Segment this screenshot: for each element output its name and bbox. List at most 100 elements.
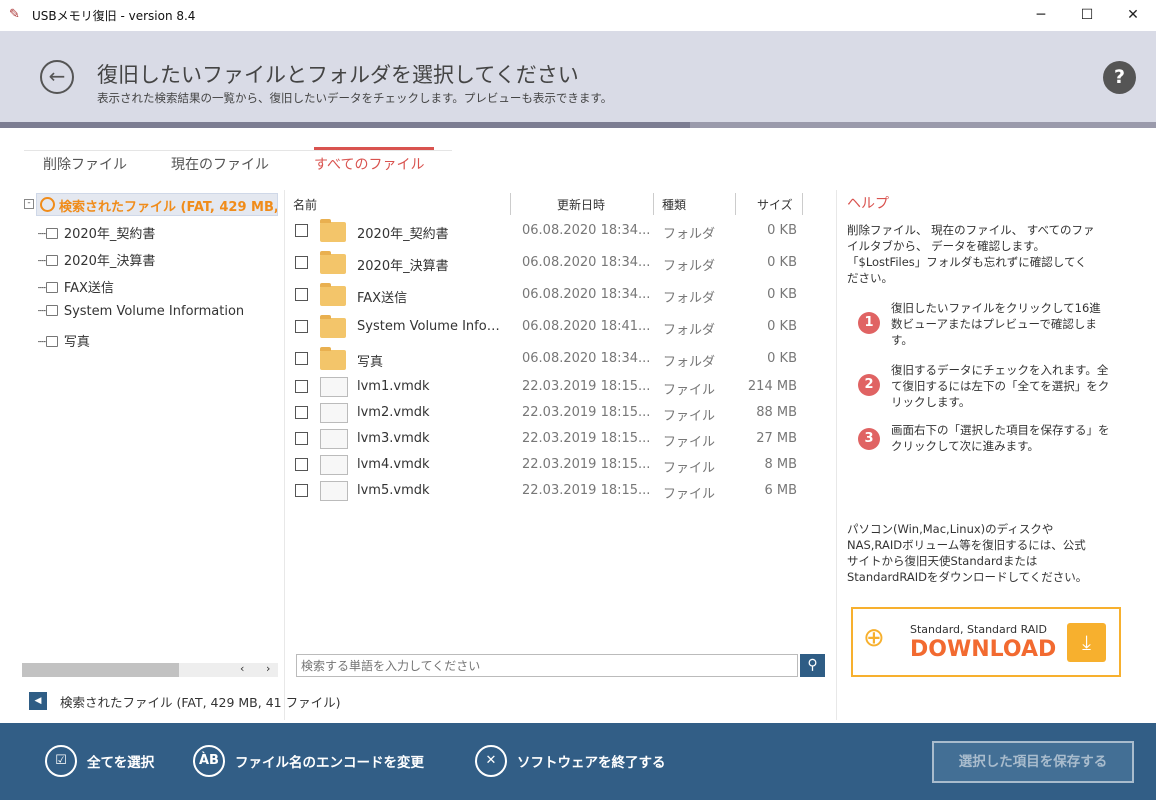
table-row[interactable]: 2020年_決算書 06.08.2020 18:34... フォルダ 0 KB xyxy=(285,250,835,276)
folder-icon xyxy=(320,315,346,338)
window-title: USBメモリ復旧 - version 8.4 xyxy=(32,9,196,23)
tree-root[interactable]: 検索されたファイル (FAT, 429 MB, 41 ファイル) xyxy=(36,193,278,216)
table-row[interactable]: System Volume Infor... 06.08.2020 18:41.… xyxy=(285,314,835,340)
tree-item[interactable]: ┈ System Volume Information xyxy=(38,304,244,319)
search-button[interactable]: ⚲ xyxy=(800,654,825,677)
tree-item[interactable]: ┈ 2020年_契約書 xyxy=(38,223,155,242)
row-checkbox[interactable] xyxy=(295,288,308,301)
column-separator[interactable] xyxy=(802,193,803,215)
cell-name: FAX送信 xyxy=(357,291,408,306)
select-all-button[interactable]: ☑ 全てを選択 xyxy=(45,745,154,777)
row-checkbox[interactable] xyxy=(295,352,308,365)
column-separator[interactable] xyxy=(653,193,654,215)
minimize-button[interactable]: ─ xyxy=(1018,0,1064,31)
cell-size: 8 MB xyxy=(764,457,797,472)
help-intro: 削除ファイル、 現在のファイル、 すべてのファイルタブから、 データを確認します… xyxy=(847,223,1095,285)
promo-text: パソコン(Win,Mac,Linux)のディスクやNAS,RAIDボリューム等を… xyxy=(847,522,1088,584)
row-checkbox[interactable] xyxy=(295,484,308,497)
download-banner[interactable]: ⊕ Standard, Standard RAID DOWNLOAD ⤓ xyxy=(851,607,1121,677)
tree-root-label: 検索されたファイル (FAT, 429 MB, 41 ファイル) xyxy=(59,200,278,215)
row-checkbox[interactable] xyxy=(295,320,308,333)
row-checkbox[interactable] xyxy=(295,432,308,445)
column-date[interactable]: 更新日時 xyxy=(557,196,605,213)
tree-item[interactable]: ┈ FAX送信 xyxy=(38,277,114,296)
column-type[interactable]: 種類 xyxy=(662,196,686,213)
cell-size: 6 MB xyxy=(764,483,797,498)
file-icon xyxy=(320,377,348,397)
cell-name: System Volume Infor... xyxy=(357,319,502,334)
page-subtitle: 表示された検索結果の一覧から、復旧したいデータをチェックします。プレビューも表示… xyxy=(97,91,613,105)
step-number: 3 xyxy=(858,428,880,450)
file-icon xyxy=(320,481,348,501)
folder-icon xyxy=(320,283,346,306)
table-row[interactable]: lvm5.vmdk 22.03.2019 18:15... ファイル 6 MB xyxy=(285,481,835,502)
folder-icon xyxy=(45,228,58,239)
row-checkbox[interactable] xyxy=(295,256,308,269)
download-icon[interactable]: ⤓ xyxy=(1067,623,1106,662)
title-bar: ✎ USBメモリ復旧 - version 8.4 ─ ☐ ✕ xyxy=(0,0,1156,31)
tree-item-label: FAX送信 xyxy=(63,281,114,296)
cell-size: 0 KB xyxy=(767,287,797,302)
column-size[interactable]: サイズ xyxy=(757,196,793,213)
column-separator[interactable] xyxy=(510,193,511,215)
row-checkbox[interactable] xyxy=(295,380,308,393)
table-row[interactable]: 2020年_契約書 06.08.2020 18:34... フォルダ 0 KB xyxy=(285,218,835,244)
cell-date: 06.08.2020 18:34... xyxy=(522,255,651,270)
cell-date: 06.08.2020 18:34... xyxy=(522,223,651,238)
tree-item[interactable]: ┈ 2020年_決算書 xyxy=(38,250,155,269)
cell-name: lvm2.vmdk xyxy=(357,405,430,420)
cell-name: 2020年_契約書 xyxy=(357,227,449,242)
cell-name: lvm1.vmdk xyxy=(357,379,430,394)
cell-date: 22.03.2019 18:15... xyxy=(522,431,651,446)
collapse-panel-icon[interactable]: ◀ xyxy=(29,692,47,710)
tree-item[interactable]: ┈ 写真 xyxy=(38,331,90,350)
cell-date: 06.08.2020 18:34... xyxy=(522,287,651,302)
table-row[interactable]: lvm2.vmdk 22.03.2019 18:15... ファイル 88 MB xyxy=(285,403,835,424)
collapse-icon[interactable]: - xyxy=(24,199,34,209)
cell-type: ファイル xyxy=(663,435,716,450)
table-row[interactable]: lvm3.vmdk 22.03.2019 18:15... ファイル 27 MB xyxy=(285,429,835,450)
cell-name: 2020年_決算書 xyxy=(357,259,449,274)
save-selected-button[interactable]: 選択した項目を保存する xyxy=(932,741,1134,783)
help-title: ヘルプ xyxy=(847,196,889,212)
tab-deleted-files[interactable]: 削除ファイル xyxy=(43,154,127,174)
step-progress-bar xyxy=(0,122,1156,128)
tree-horizontal-scrollbar[interactable]: ‹ › xyxy=(22,662,278,677)
tab-all-files[interactable]: すべてのファイル xyxy=(314,154,424,174)
app-icon: ✎ xyxy=(9,7,20,22)
help-step: 復旧するデータにチェックを入れます。全て復旧するには左下の「全てを選択」をクリッ… xyxy=(891,363,1110,409)
column-separator[interactable] xyxy=(735,193,736,215)
exit-button[interactable]: ✕ ソフトウェアを終了する xyxy=(475,745,666,777)
table-row[interactable]: lvm4.vmdk 22.03.2019 18:15... ファイル 8 MB xyxy=(285,455,835,476)
step-number: 1 xyxy=(858,312,880,334)
help-icon[interactable]: ? xyxy=(1103,61,1136,94)
table-row[interactable]: lvm1.vmdk 22.03.2019 18:15... ファイル 214 M… xyxy=(285,377,835,398)
drive-icon xyxy=(40,197,55,212)
select-all-label: 全てを選択 xyxy=(87,755,155,771)
scroll-left-icon[interactable]: ‹ xyxy=(240,662,244,675)
folder-icon xyxy=(45,282,58,293)
search-input[interactable] xyxy=(296,654,798,677)
folder-icon xyxy=(320,219,346,242)
change-encoding-button[interactable]: ÀB ファイル名のエンコードを変更 xyxy=(193,745,424,777)
table-row[interactable]: 写真 06.08.2020 18:34... フォルダ 0 KB xyxy=(285,346,835,372)
help-step: 復旧したいファイルをクリックして16進数ビューアまたはプレビューで確認します。 xyxy=(891,301,1101,347)
row-checkbox[interactable] xyxy=(295,406,308,419)
row-checkbox[interactable] xyxy=(295,458,308,471)
step-number: 2 xyxy=(858,374,880,396)
tab-existing-files[interactable]: 現在のファイル xyxy=(171,154,269,174)
tree-item-label: 写真 xyxy=(63,335,90,350)
maximize-button[interactable]: ☐ xyxy=(1064,0,1110,31)
cell-name: lvm4.vmdk xyxy=(357,457,430,472)
back-arrow-icon[interactable]: ← xyxy=(40,60,74,94)
row-checkbox[interactable] xyxy=(295,224,308,237)
angel-wing-logo: ⊕ xyxy=(863,623,885,653)
close-button[interactable]: ✕ xyxy=(1110,0,1156,31)
table-row[interactable]: FAX送信 06.08.2020 18:34... フォルダ 0 KB xyxy=(285,282,835,308)
column-name[interactable]: 名前 xyxy=(293,196,317,213)
scroll-right-icon[interactable]: › xyxy=(266,662,270,675)
page-title: 復旧したいファイルとフォルダを選択してください xyxy=(97,63,579,87)
cell-type: ファイル xyxy=(663,487,716,502)
cell-type: ファイル xyxy=(663,409,716,424)
cell-size: 0 KB xyxy=(767,351,797,366)
